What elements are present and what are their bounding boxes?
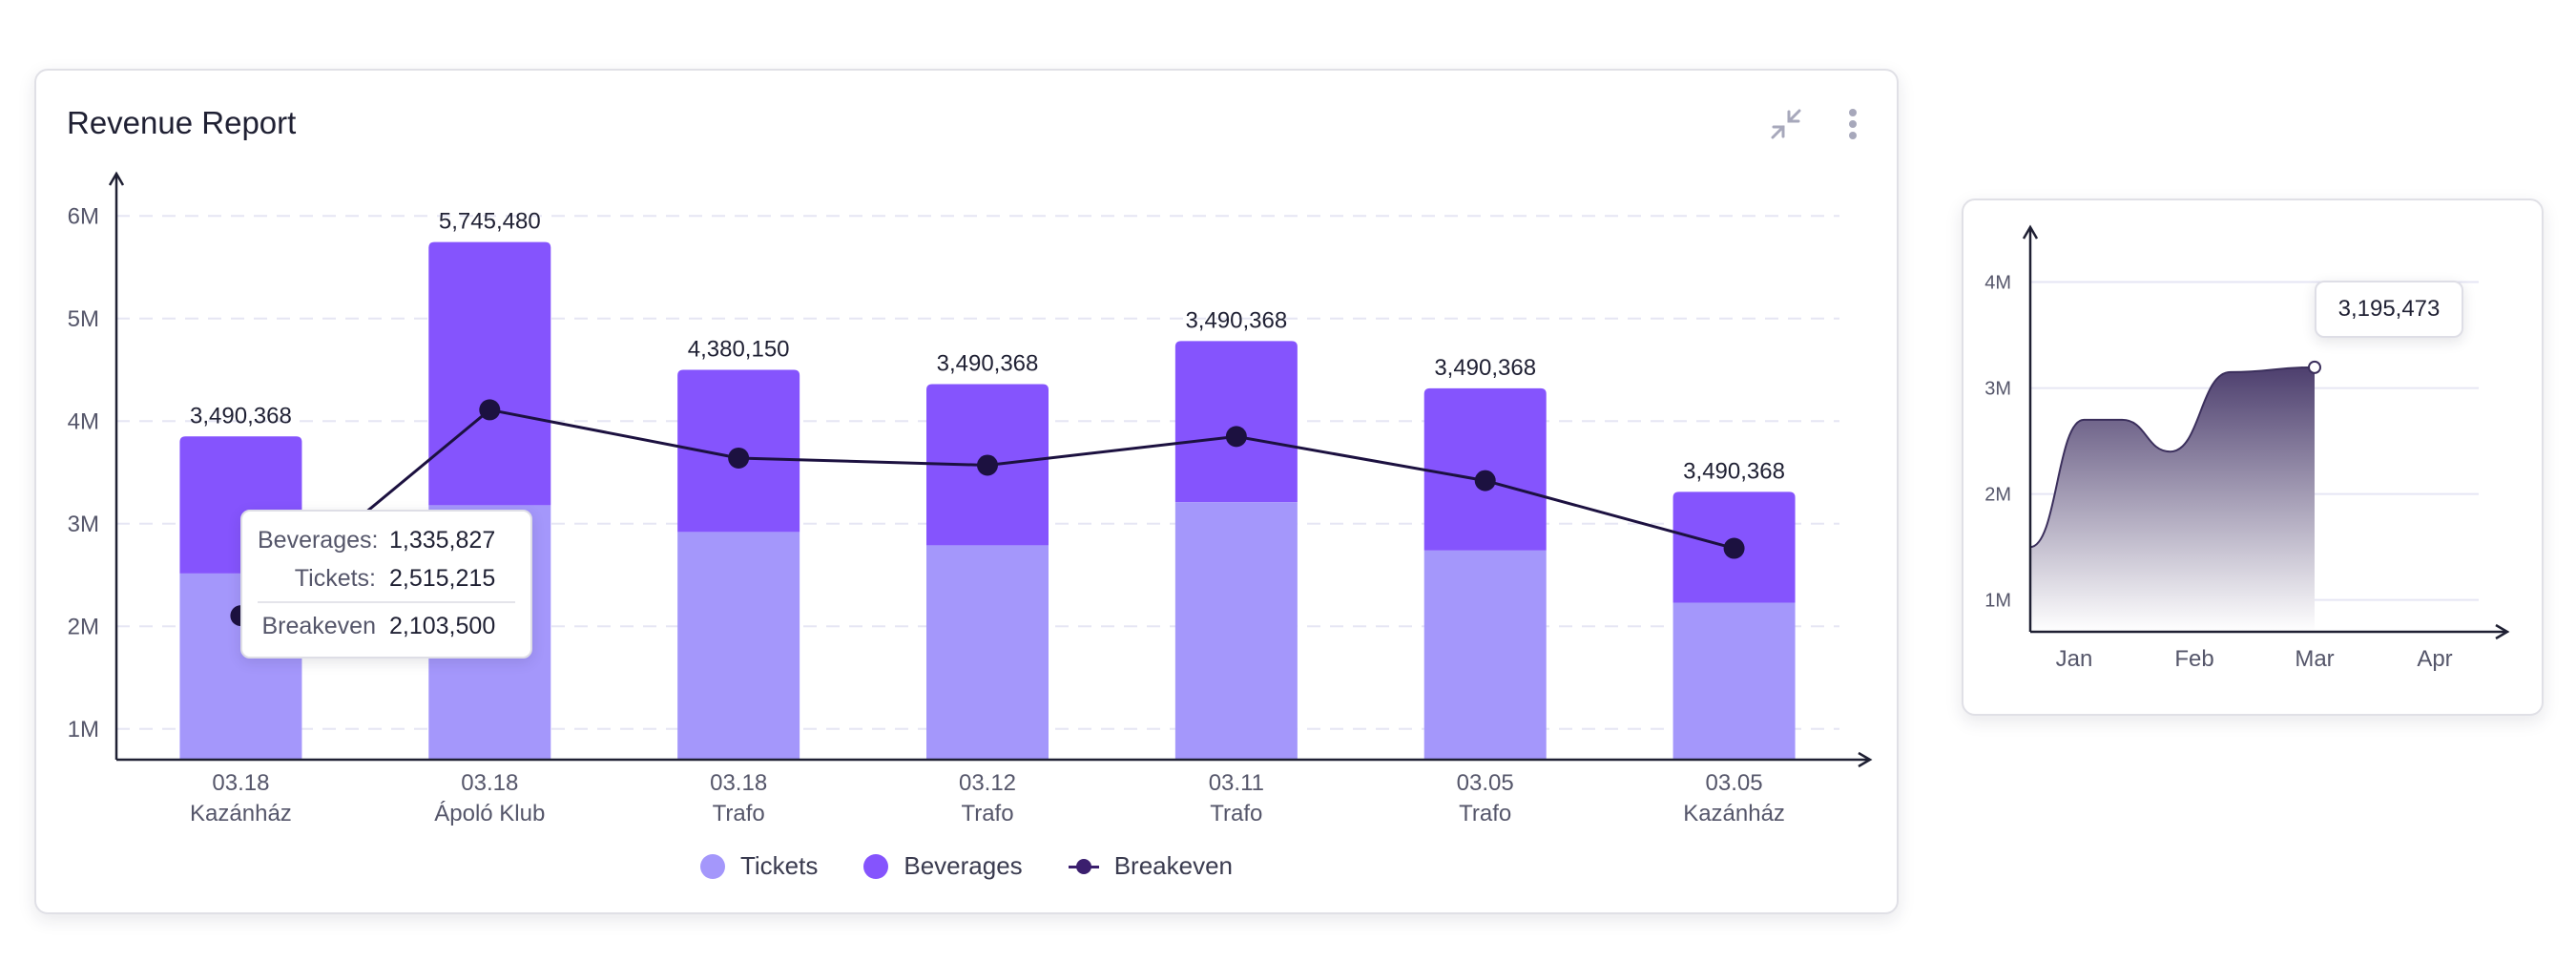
tooltip-label: Tickets: — [294, 564, 376, 592]
y-tick-label: 4M — [68, 408, 99, 434]
revenue-chart: 1M 2M 3M 4M 5M 6M 3,490,368 03.18 Kazánház 5,745,… — [68, 171, 1873, 826]
tooltip-row-breakeven: Breakeven 2,103,500 — [258, 607, 515, 645]
x-tick-label: Mar — [2295, 646, 2334, 672]
y-tick-label: 1M — [1984, 591, 2011, 612]
legend-item-beverages[interactable]: Beverages — [863, 851, 1023, 881]
x-tick-date: 03.18 — [710, 770, 767, 796]
x-tick-venue: Trafo — [713, 801, 765, 826]
x-tick-venue: Ápoló Klub — [434, 801, 545, 826]
tooltip-label: Beverages: — [258, 526, 379, 554]
breakeven-point — [977, 454, 998, 476]
mini-chart-tooltip: 3,195,473 — [2315, 281, 2463, 338]
highlight-point — [2308, 360, 2321, 374]
tooltip-row-beverages: Beverages: 1,335,827 — [258, 521, 515, 559]
legend-item-tickets[interactable]: Tickets — [699, 851, 819, 881]
chart-tooltip: Beverages: 1,335,827 Tickets: 2,515,215 … — [240, 510, 532, 659]
y-tick-label: 2M — [68, 614, 99, 639]
y-tick-label: 5M — [68, 306, 99, 332]
bar-tickets — [1423, 550, 1547, 760]
bar-total-label: 3,490,368 — [1434, 355, 1536, 381]
y-tick-label: 1M — [68, 717, 99, 742]
legend-label: Beverages — [904, 851, 1023, 880]
y-tick-label: 3M — [1984, 379, 2011, 400]
bar-total-label: 4,380,150 — [688, 337, 790, 363]
breakeven-point — [728, 447, 750, 469]
bar-beverages — [1423, 387, 1547, 551]
legend-item-breakeven[interactable]: Breakeven — [1068, 851, 1233, 881]
x-tick-date: 03.11 — [1209, 770, 1264, 796]
bar-total-label: 5,745,480 — [439, 209, 541, 235]
bar-beverages — [1174, 341, 1298, 503]
breakeven-point — [479, 399, 501, 421]
bar-tickets — [1174, 502, 1298, 760]
bar-tickets — [926, 545, 1049, 760]
bar-total-label: 3,490,368 — [190, 403, 292, 429]
tooltip-value: 2,103,500 — [389, 612, 496, 639]
bar-tickets — [1672, 602, 1796, 760]
x-tick-date: 03.05 — [1706, 770, 1763, 796]
bar-tickets — [677, 532, 800, 760]
y-tick-label: 3M — [68, 512, 99, 537]
x-tick-label: Jan — [2056, 646, 2093, 672]
x-tick-date: 03.18 — [461, 770, 518, 796]
bar-beverages — [428, 241, 551, 506]
legend-swatch — [699, 853, 725, 879]
bar-total-label: 3,490,368 — [1683, 458, 1785, 484]
y-tick-label: 2M — [1984, 485, 2011, 506]
tooltip-row-tickets: Tickets: 2,515,215 — [258, 559, 515, 597]
legend-label: Breakeven — [1113, 851, 1233, 880]
bar-total-label: 3,490,368 — [937, 351, 1039, 377]
x-tick-date: 03.05 — [1457, 770, 1514, 796]
mini-area-chart: 1M 2M 3M 4M Jan Feb Mar Apr — [1984, 224, 2510, 672]
x-tick-date: 03.12 — [959, 770, 1016, 796]
revenue-report-card: Revenue Report 1M 2M 3M 4M 5M 6M 3,490,368 03.1… — [34, 69, 1899, 914]
x-tick-label: Apr — [2417, 646, 2452, 672]
area-fill — [2030, 366, 2315, 632]
x-tick-venue: Kazánház — [190, 801, 292, 826]
x-tick-venue: Kazánház — [1683, 801, 1785, 826]
tooltip-value: 2,515,215 — [389, 564, 496, 592]
mini-area-card: 1M 2M 3M 4M Jan Feb Mar Apr 3,195,473 — [1962, 199, 2544, 716]
breakeven-point — [1474, 470, 1496, 491]
x-tick-date: 03.18 — [212, 770, 269, 796]
tooltip-divider — [258, 601, 515, 603]
x-tick-venue: Trafo — [1210, 801, 1262, 826]
bar-total-label: 3,490,368 — [1185, 307, 1287, 333]
y-tick-label: 4M — [1984, 273, 2011, 294]
x-tick-venue: Trafo — [1459, 801, 1511, 826]
tooltip-label: Breakeven — [261, 612, 376, 639]
chart-legend: Tickets Beverages Breakeven — [36, 851, 1897, 881]
x-tick-venue: Trafo — [961, 801, 1013, 826]
legend-swatch — [863, 853, 889, 879]
x-tick-label: Feb — [2174, 646, 2213, 672]
legend-label: Tickets — [739, 851, 819, 880]
breakeven-point — [1723, 537, 1745, 559]
legend-swatch — [1068, 854, 1099, 879]
y-tick-label: 6M — [68, 203, 99, 229]
breakeven-point — [1225, 426, 1247, 448]
tooltip-value: 1,335,827 — [389, 526, 496, 554]
